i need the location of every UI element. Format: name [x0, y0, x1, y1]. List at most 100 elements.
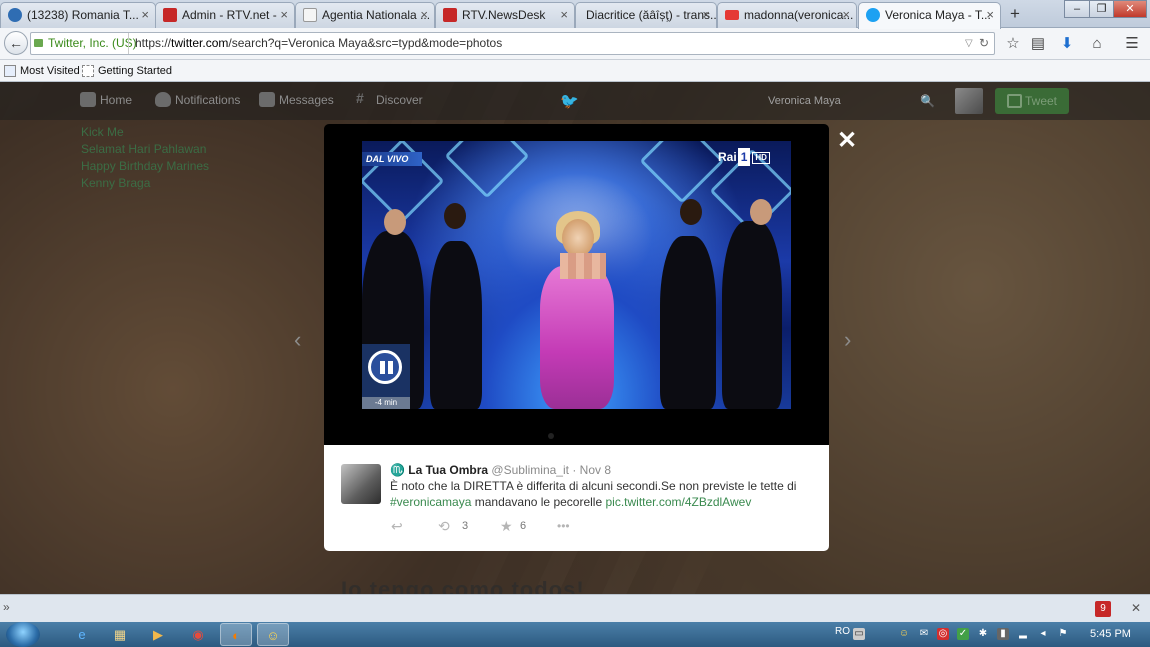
tab-label: Veronica Maya - T... — [885, 8, 991, 22]
file-explorer-icon[interactable]: ▦ — [104, 623, 136, 646]
previous-photo-arrow-icon[interactable]: ‹ — [294, 327, 301, 353]
bluetooth-icon[interactable]: ✱ — [977, 628, 989, 640]
avatar[interactable] — [955, 88, 983, 114]
media-player-icon[interactable]: ▶ — [142, 623, 174, 646]
wifi-signal-icon[interactable]: ▂ — [1017, 628, 1029, 640]
twitter-top-nav: Home Notifications Messages # Discover 🐦 … — [0, 82, 1150, 120]
trend-item[interactable]: Kick Me — [81, 124, 209, 141]
tab-close-icon[interactable]: × — [702, 3, 710, 27]
tab-close-icon[interactable]: × — [141, 3, 149, 27]
trend-item[interactable]: Happy Birthday Marines — [81, 158, 209, 175]
media-modal: DAL VIVO Rai 1 HD -4 min ♏ La Tua Ombra @S… — [324, 124, 829, 551]
update-icon[interactable]: ✓ — [957, 628, 969, 640]
more-options-icon[interactable]: ••• — [557, 519, 570, 533]
time-label: -4 min — [362, 397, 410, 409]
tab-rtv-newsdesk[interactable]: RTV.NewsDesk × — [435, 2, 575, 28]
tab-close-icon[interactable]: × — [986, 3, 994, 27]
home-icon[interactable]: ⌂ — [1087, 34, 1107, 54]
back-button[interactable]: ← — [4, 31, 28, 55]
author-handle[interactable]: @Sublimina_it — [491, 463, 569, 477]
network-activity-icon[interactable]: ✉ — [918, 628, 930, 640]
chrome-icon[interactable]: ◉ — [182, 623, 214, 646]
reply-icon[interactable]: ↩ — [391, 518, 403, 535]
tab-romania-tv[interactable]: (13238) Romania T... × — [0, 2, 156, 28]
tab-label: Diacritice (ăâîșţ) - trans... — [586, 8, 717, 22]
search-icon[interactable]: 🔍 — [920, 94, 935, 108]
next-photo-arrow-icon[interactable]: › — [844, 327, 851, 353]
photo-indicator-dot — [548, 433, 554, 439]
volume-icon[interactable]: ◂ — [1037, 628, 1049, 640]
maximize-button[interactable]: ❐ — [1089, 0, 1114, 18]
singer-pink-dress — [540, 266, 614, 409]
emoticon-icon[interactable]: ☺ — [898, 628, 910, 640]
tweet-date[interactable]: Nov 8 — [580, 463, 611, 477]
power-icon[interactable]: ▮ — [997, 628, 1009, 640]
trend-item[interactable]: Kenny Braga — [81, 175, 209, 192]
tv-screenshot-photo[interactable]: DAL VIVO Rai 1 HD -4 min — [362, 141, 791, 409]
bookmark-star-icon[interactable]: ☆ — [1003, 34, 1023, 54]
minimize-button[interactable]: – — [1064, 0, 1090, 18]
nav-messages[interactable]: Messages — [259, 92, 334, 107]
reload-icon[interactable]: ↻ — [979, 33, 989, 54]
tab-veronica-maya-twitter[interactable]: Veronica Maya - T... × — [858, 2, 1001, 29]
system-clock[interactable]: 5:45 PM — [1090, 628, 1131, 640]
hd-badge: HD — [752, 151, 770, 164]
messenger-icon[interactable]: ☺ — [257, 623, 289, 646]
expand-icon[interactable]: » — [3, 600, 10, 614]
trend-item[interactable]: Selamat Hari Pahlawan — [81, 141, 209, 158]
tab-close-icon[interactable]: × — [560, 3, 568, 27]
firefox-icon[interactable]: ◐ — [220, 623, 252, 646]
close-bar-icon[interactable]: ✕ — [1131, 601, 1141, 615]
keyboard-icon[interactable]: ▭ — [853, 628, 865, 640]
action-center-flag-icon[interactable]: ⚑ — [1057, 628, 1069, 640]
internet-explorer-icon[interactable]: e — [66, 623, 98, 646]
tab-agentia-nationala[interactable]: Agentia Nationala ... × — [295, 2, 435, 28]
tab-label: madonna(veronica... — [744, 8, 854, 22]
close-window-button[interactable]: ✕ — [1113, 0, 1147, 18]
url-text[interactable]: https://twitter.com/search?q=Veronica Ma… — [128, 33, 502, 54]
censor-pixelation — [560, 253, 606, 279]
url-domain: twitter.com — [171, 36, 229, 50]
tab-close-icon[interactable]: × — [842, 3, 850, 27]
nav-label: Discover — [376, 93, 423, 107]
compose-tweet-button[interactable]: Tweet — [995, 88, 1069, 114]
search-input[interactable]: Veronica Maya — [760, 91, 940, 113]
dancer-head — [680, 199, 702, 225]
tab-diacritice[interactable]: Diacritice (ăâîșţ) - trans... × — [575, 2, 717, 28]
bookmark-most-visited[interactable]: Most Visited — [4, 63, 80, 79]
antivirus-icon[interactable]: ◎ — [937, 628, 949, 640]
site-identity[interactable]: Twitter, Inc. (US) — [34, 33, 137, 54]
home-icon — [80, 92, 96, 107]
bookmarks-list-icon[interactable]: ▤ — [1028, 34, 1048, 54]
bookmark-label: Getting Started — [98, 65, 172, 77]
favorite-star-icon[interactable]: ★ — [500, 518, 513, 535]
notification-badge[interactable]: 9 — [1095, 601, 1111, 617]
youtube-icon — [725, 10, 739, 20]
tab-close-icon[interactable]: × — [280, 3, 288, 27]
pic-link[interactable]: pic.twitter.com/4ZBzdlAwev — [605, 495, 751, 509]
hashtag-link[interactable]: #veronicamaya — [390, 495, 471, 509]
start-button[interactable] — [6, 622, 40, 647]
tab-madonna-youtube[interactable]: madonna(veronica... × — [717, 2, 857, 28]
dropdown-arrow-icon[interactable]: ▽ — [965, 33, 973, 54]
pause-button[interactable] — [362, 344, 410, 397]
site-identity-label: Twitter, Inc. (US) — [48, 36, 137, 50]
twitter-bird-icon[interactable]: 🐦 — [560, 92, 579, 110]
author-name[interactable]: ♏ La Tua Ombra — [390, 463, 488, 477]
nav-notifications[interactable]: Notifications — [155, 92, 240, 107]
retweet-icon[interactable]: ⟲ — [438, 518, 450, 535]
close-modal-button[interactable]: ✕ — [837, 129, 857, 153]
nav-label: Messages — [279, 93, 334, 107]
downloads-icon[interactable]: ⬇ — [1057, 34, 1077, 54]
nav-discover[interactable]: # Discover — [356, 90, 423, 107]
tab-admin-rtv[interactable]: Admin - RTV.net - × — [155, 2, 295, 28]
new-tab-button[interactable]: + — [1006, 4, 1024, 24]
nav-home[interactable]: Home — [80, 92, 132, 107]
tweet-header: ♏ La Tua Ombra @Sublimina_it · Nov 8 — [390, 463, 611, 477]
language-indicator[interactable]: RO — [835, 626, 850, 637]
tab-close-icon[interactable]: × — [420, 3, 428, 27]
menu-icon[interactable]: ☰ — [1122, 34, 1142, 54]
author-avatar[interactable] — [341, 464, 381, 504]
url-bar[interactable]: Twitter, Inc. (US) https://twitter.com/s… — [30, 32, 995, 55]
bookmark-getting-started[interactable]: Getting Started — [82, 63, 172, 79]
